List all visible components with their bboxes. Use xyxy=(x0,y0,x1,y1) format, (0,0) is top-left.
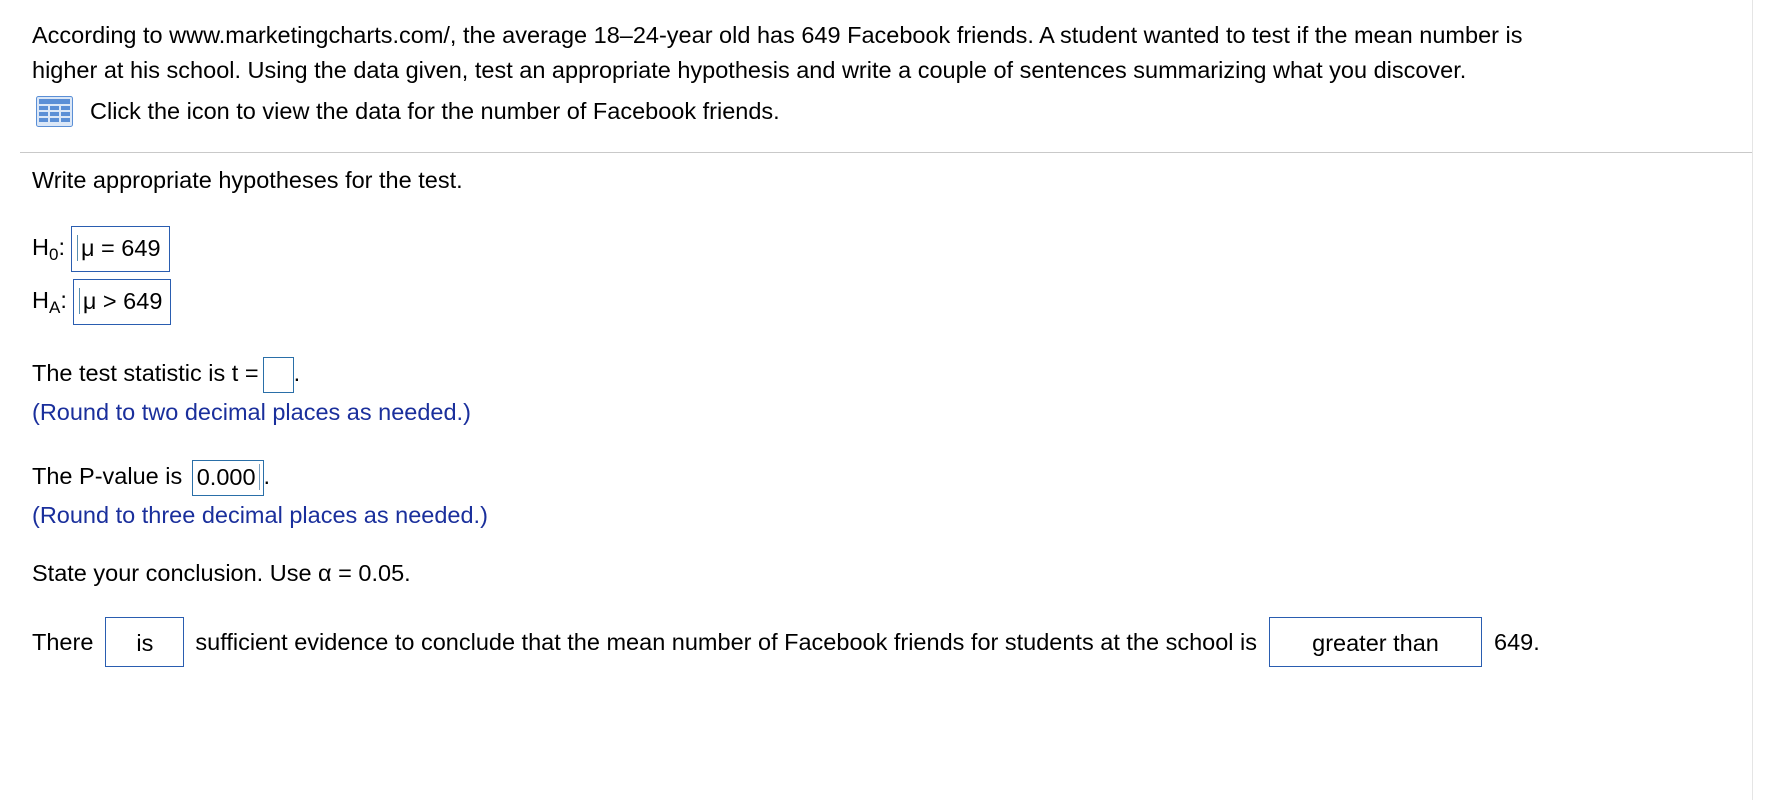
intro-line-2: higher at his school. Using the data giv… xyxy=(32,57,1467,83)
conclusion-prefix: There xyxy=(32,628,94,655)
null-hypothesis-row: H0: μ = 649 xyxy=(32,226,170,272)
test-statistic-line: The test statistic is t =. xyxy=(32,357,300,393)
p-value-answer[interactable]: 0.000 xyxy=(191,460,264,496)
view-data-link-text[interactable]: Click the icon to view the data for the … xyxy=(90,98,780,125)
section-divider xyxy=(20,152,1754,153)
test-statistic-input[interactable] xyxy=(262,357,294,393)
null-hypothesis-label: H0: xyxy=(32,233,65,264)
evidence-select[interactable]: is xyxy=(105,617,185,667)
intro-line-1: According to www.marketingcharts.com/, t… xyxy=(32,22,1523,48)
alt-hypothesis-answer[interactable]: μ > 649 xyxy=(72,279,172,325)
view-data-link[interactable]: Click the icon to view the data for the … xyxy=(36,96,780,127)
conclusion-sentence: There is sufficient evidence to conclude… xyxy=(32,617,1540,667)
p-value-line: The P-value is 0.000. xyxy=(32,460,270,496)
question-intro: According to www.marketingcharts.com/, t… xyxy=(32,18,1732,88)
hypotheses-prompt: Write appropriate hypotheses for the tes… xyxy=(32,167,463,193)
p-value-hint: (Round to three decimal places as needed… xyxy=(32,502,488,528)
conclusion-prompt: State your conclusion. Use α = 0.05. xyxy=(32,560,411,586)
test-statistic-hint: (Round to two decimal places as needed.) xyxy=(32,399,471,425)
p-value-label: The P-value is xyxy=(32,463,183,490)
conclusion-suffix: 649. xyxy=(1494,628,1540,655)
null-hypothesis-answer[interactable]: μ = 649 xyxy=(70,226,170,272)
right-panel-edge xyxy=(1752,0,1778,800)
conclusion-middle: sufficient evidence to conclude that the… xyxy=(195,628,1257,655)
table-grid-icon[interactable] xyxy=(36,96,73,127)
alt-hypothesis-label: HA: xyxy=(32,286,67,317)
question-page: According to www.marketingcharts.com/, t… xyxy=(0,0,1778,800)
direction-select[interactable]: greater than xyxy=(1269,617,1482,667)
test-statistic-label: The test statistic is t = xyxy=(32,360,259,387)
alt-hypothesis-row: HA: μ > 649 xyxy=(32,279,172,325)
